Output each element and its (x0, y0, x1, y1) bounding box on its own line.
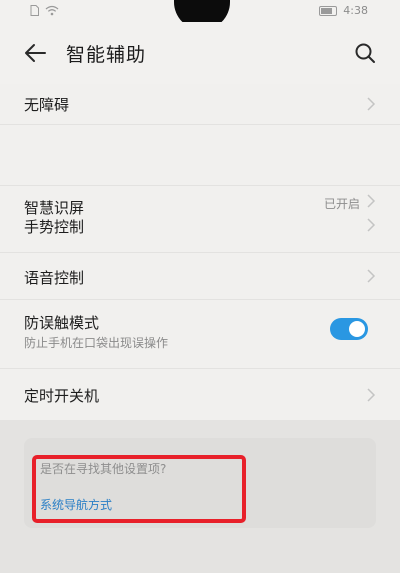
phone-screen: 4:38 智能辅助 无障碍 智慧识屏 已开启 手势控制 语音控制 防误触模式 防… (0, 0, 400, 573)
item-label: 无障碍 (24, 96, 70, 114)
item-label: 手势控制 (24, 218, 85, 236)
status-left (30, 5, 59, 16)
anti-touch-toggle[interactable] (330, 318, 368, 340)
chevron-right-icon (367, 269, 376, 283)
list-item-voice-control[interactable]: 语音控制 (0, 253, 400, 300)
chevron-right-icon (367, 388, 376, 402)
app-header: 智能辅助 (0, 22, 400, 84)
item-label: 定时开关机 (24, 387, 100, 405)
search-button[interactable] (348, 36, 382, 70)
list-item-accessibility[interactable]: 无障碍 (0, 84, 400, 125)
status-time: 4:38 (343, 4, 368, 17)
list-item-scheduled-power[interactable]: 定时开关机 (0, 369, 400, 426)
search-icon (355, 43, 375, 63)
list-item-smart-screen[interactable]: 智慧识屏 已开启 (0, 125, 400, 217)
toggle-knob (349, 321, 365, 337)
battery-icon (319, 5, 338, 16)
list-item-anti-touch-mode[interactable]: 防误触模式 防止手机在口袋出现误操作 (0, 300, 400, 369)
wifi-icon (45, 5, 59, 16)
list-item-gesture-control[interactable]: 手势控制 (0, 186, 400, 253)
back-button[interactable] (18, 36, 52, 70)
chevron-right-icon (367, 218, 376, 232)
sim-icon (30, 5, 39, 16)
status-bar: 4:38 (0, 0, 400, 30)
item-label: 防误触模式 (24, 314, 100, 332)
settings-list: 无障碍 智慧识屏 已开启 手势控制 语音控制 防误触模式 防止手机在口袋出现误操… (0, 84, 400, 426)
back-arrow-icon (25, 44, 46, 62)
item-label: 语音控制 (24, 269, 85, 287)
red-highlight-box (32, 455, 246, 523)
status-right: 4:38 (319, 4, 368, 17)
item-sublabel: 防止手机在口袋出现误操作 (24, 336, 169, 350)
page-title: 智能辅助 (66, 44, 147, 66)
chevron-right-icon (367, 97, 376, 111)
